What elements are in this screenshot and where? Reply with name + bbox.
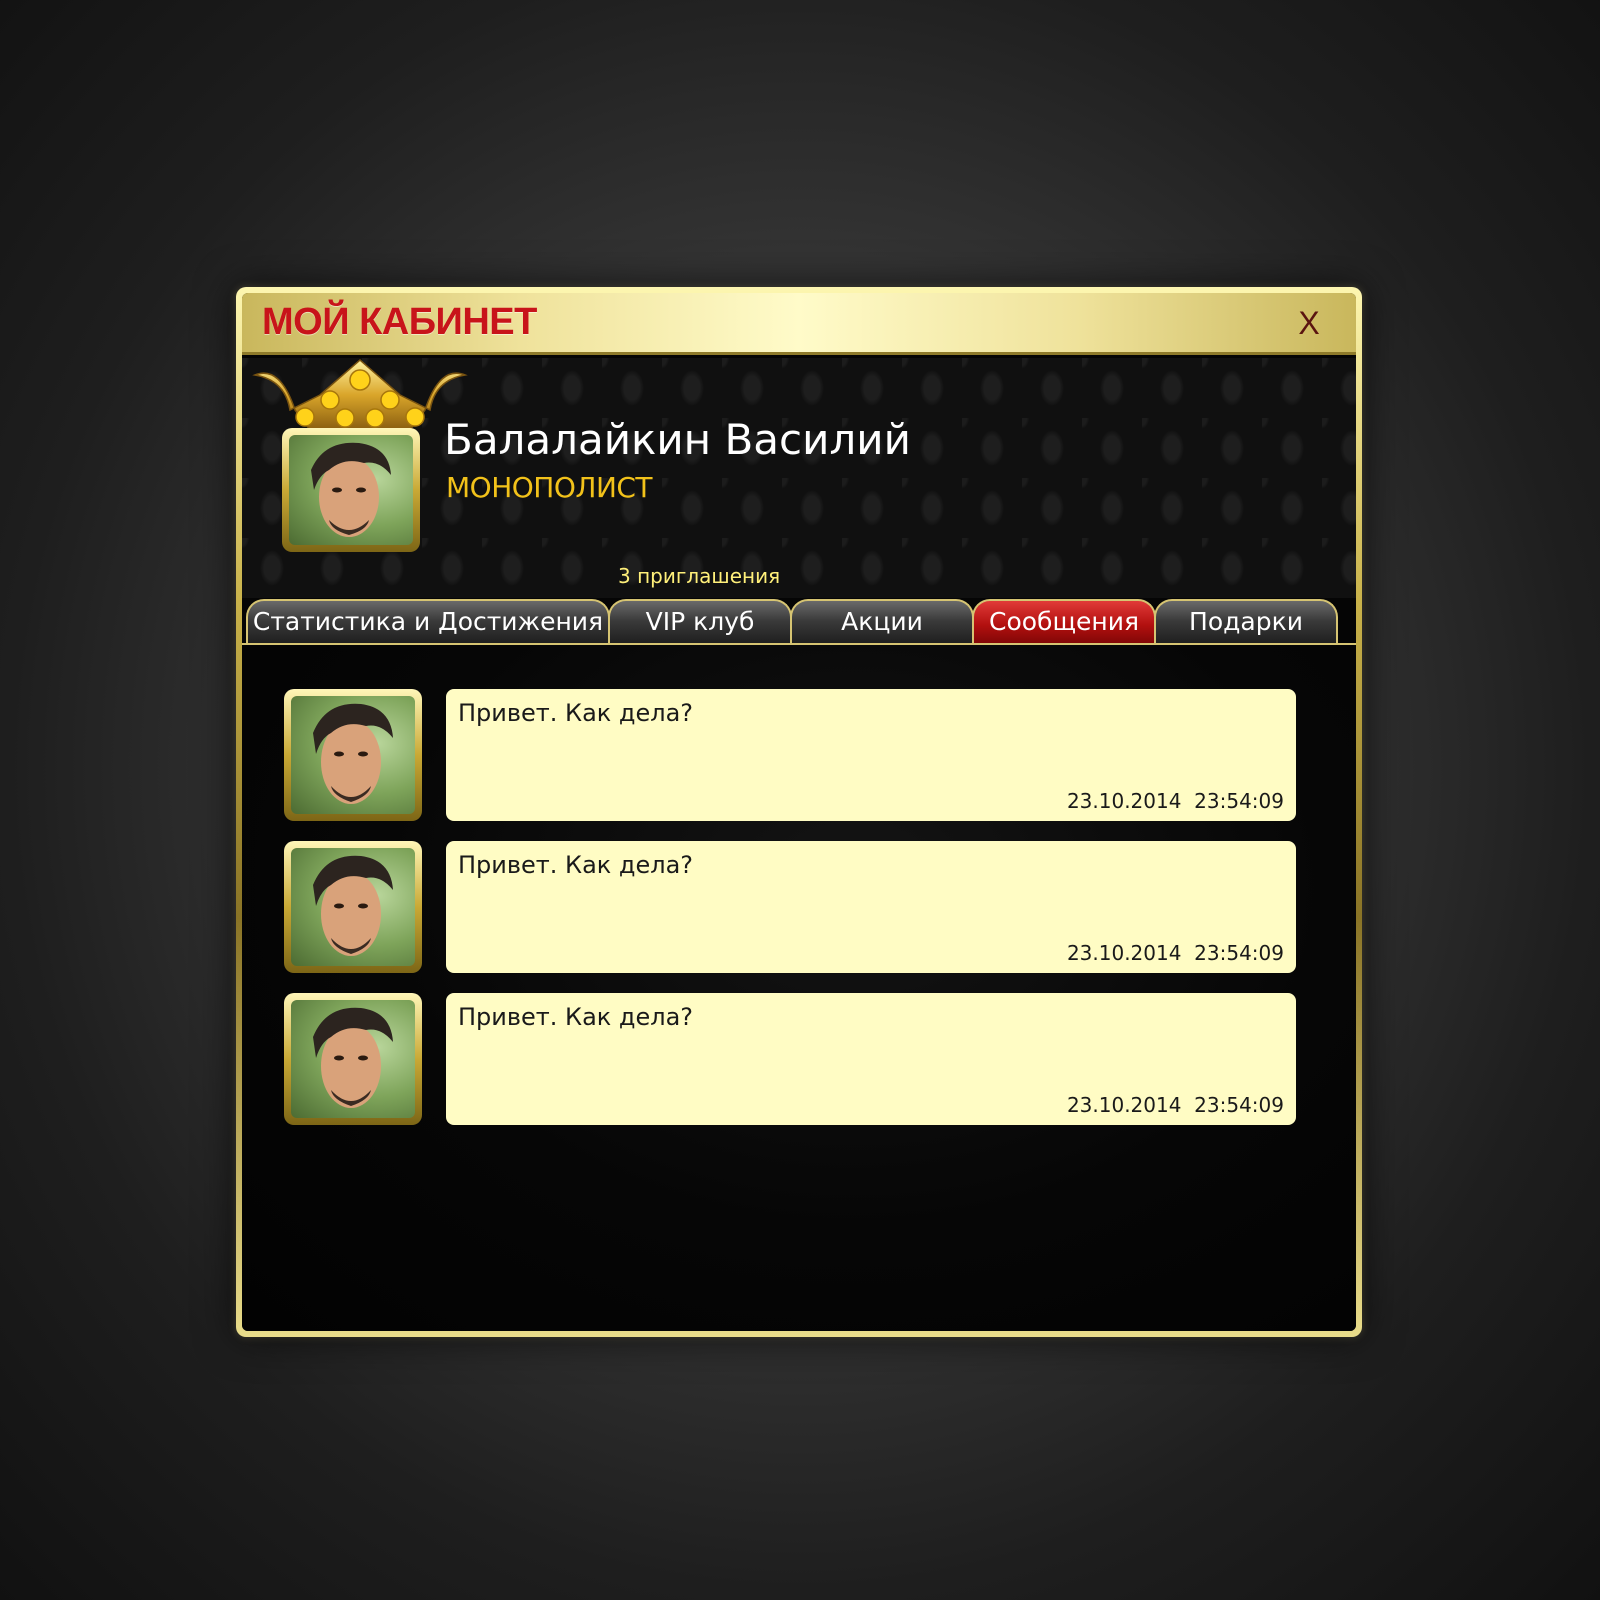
message-date: 23.10.2014: [1066, 789, 1182, 813]
sender-photo: [291, 1000, 415, 1118]
tab-statistics[interactable]: Статистика и Достижения: [246, 599, 610, 645]
message-item[interactable]: Привет. Как дела? 23.10.2014 23:54:09: [284, 689, 1296, 821]
message-timestamp: 23.10.2014 23:54:09: [1067, 941, 1284, 965]
user-rank: МОНОПОЛИСТ: [446, 471, 653, 504]
window-body: МОЙ КАБИНЕТ X Балалайкин Василий МОНОПОЛ…: [242, 293, 1356, 1331]
message-text: Привет. Как дела?: [458, 1003, 694, 1031]
window-title: МОЙ КАБИНЕТ: [262, 301, 537, 343]
message-time: 23:54:09: [1194, 789, 1284, 813]
sender-photo: [291, 696, 415, 814]
message-text: Привет. Как дела?: [458, 699, 694, 727]
tab-messages[interactable]: Сообщения: [972, 599, 1156, 645]
message-date: 23.10.2014: [1066, 941, 1182, 965]
message-date: 23.10.2014: [1066, 1093, 1182, 1117]
message-text: Привет. Как дела?: [458, 851, 694, 879]
message-bubble: Привет. Как дела? 23.10.2014 23:54:09: [446, 993, 1296, 1125]
tabs-divider: [242, 643, 1356, 645]
sender-avatar[interactable]: [284, 993, 422, 1125]
tab-promotions[interactable]: Акции: [790, 599, 974, 645]
profile-avatar[interactable]: [282, 428, 420, 552]
message-time: 23:54:09: [1194, 1093, 1284, 1117]
user-name: Балалайкин Василий: [444, 415, 911, 464]
invites-label[interactable]: 3 приглашения: [618, 564, 780, 588]
message-item[interactable]: Привет. Как дела? 23.10.2014 23:54:09: [284, 993, 1296, 1125]
tab-bar: Статистика и Достижения VIP клуб Акции С…: [246, 599, 1338, 645]
message-bubble: Привет. Как дела? 23.10.2014 23:54:09: [446, 689, 1296, 821]
tab-vip-club[interactable]: VIP клуб: [608, 599, 792, 645]
message-item[interactable]: Привет. Как дела? 23.10.2014 23:54:09: [284, 841, 1296, 973]
sender-avatar[interactable]: [284, 689, 422, 821]
profile-window: МОЙ КАБИНЕТ X Балалайкин Василий МОНОПОЛ…: [236, 287, 1362, 1337]
message-timestamp: 23.10.2014 23:54:09: [1067, 1093, 1284, 1117]
user-photo: [289, 435, 413, 545]
title-bar: МОЙ КАБИНЕТ X: [242, 293, 1356, 355]
sender-avatar[interactable]: [284, 841, 422, 973]
tab-gifts[interactable]: Подарки: [1154, 599, 1338, 645]
message-time: 23:54:09: [1194, 941, 1284, 965]
sender-photo: [291, 848, 415, 966]
message-bubble: Привет. Как дела? 23.10.2014 23:54:09: [446, 841, 1296, 973]
close-button[interactable]: X: [1292, 303, 1326, 343]
message-timestamp: 23.10.2014 23:54:09: [1067, 789, 1284, 813]
